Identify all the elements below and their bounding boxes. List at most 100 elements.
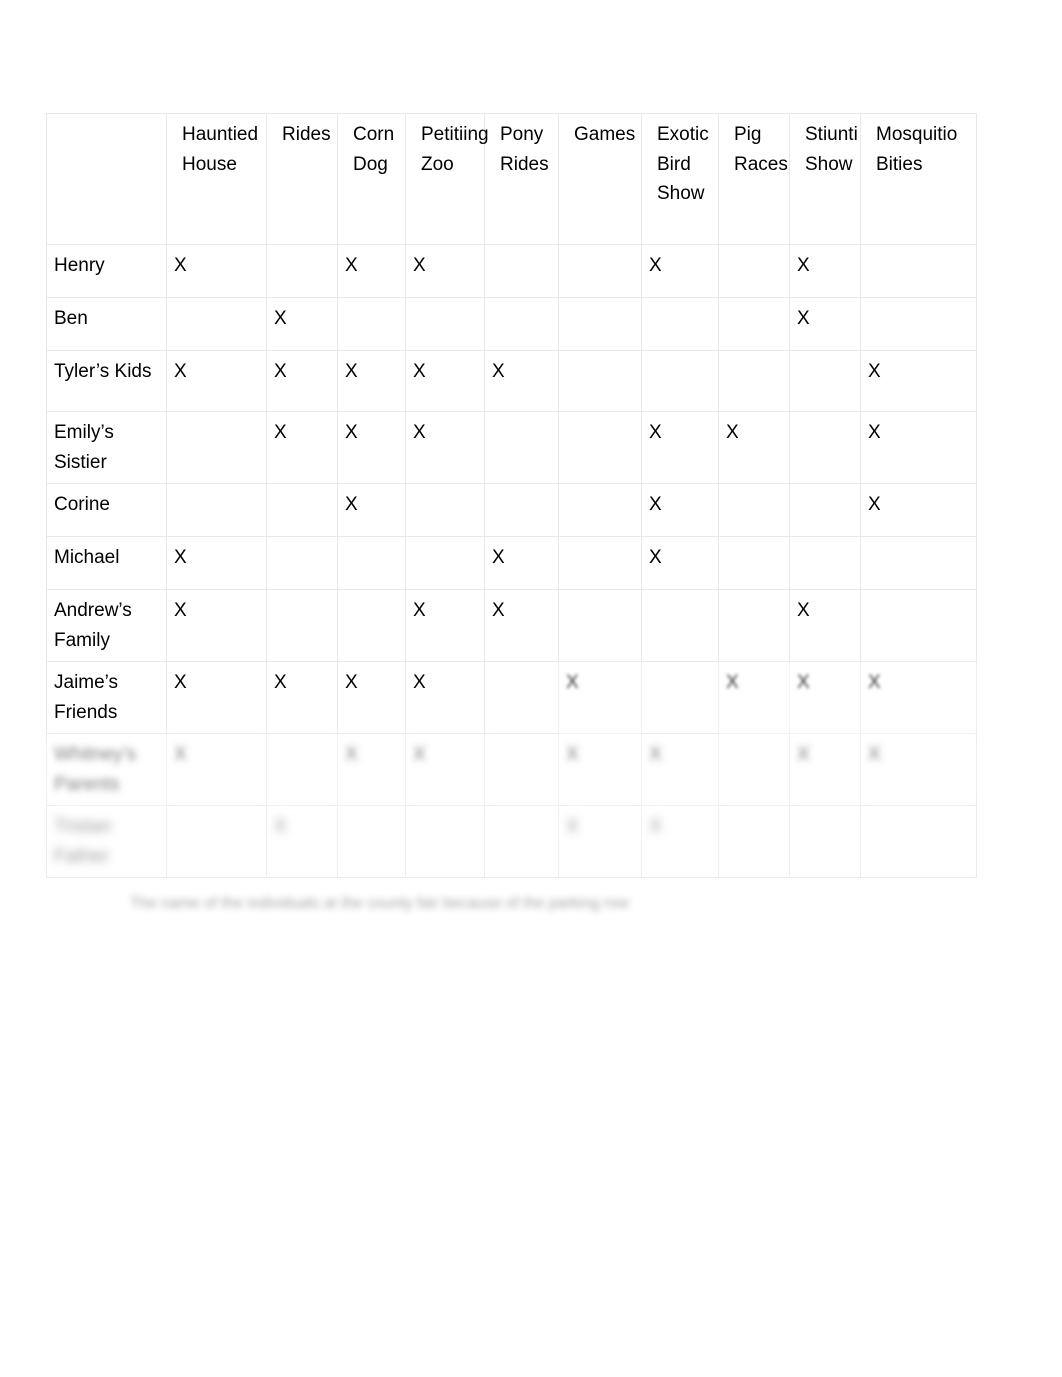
cell-henry-mosquito-bites [860, 244, 977, 298]
cell-tylers-kids-corn-dog: X [337, 350, 406, 412]
cell-andrews-family-haunted-house: X [166, 589, 267, 662]
cell-ben-rides: X [266, 297, 338, 351]
cell-obscured-1-rides [266, 733, 338, 806]
cell-jaimes-friends-pig-races: X [718, 661, 790, 734]
cell-corine-pony-rides [484, 483, 559, 537]
cell-corine-stunt-show [789, 483, 861, 537]
cell-ben-pig-races [718, 297, 790, 351]
cell-michael-games [558, 536, 642, 590]
cell-andrews-family-pony-rides: X [484, 589, 559, 662]
cell-tylers-kids-games [558, 350, 642, 412]
document-page: Hauntied House Rides Corn Dog Petitiing … [0, 0, 1062, 1377]
attendance-matrix-table: Hauntied House Rides Corn Dog Petitiing … [46, 113, 977, 878]
row-label-tylers-kids: Tyler’s Kids [46, 350, 167, 412]
cell-henry-exotic-bird-show: X [641, 244, 719, 298]
cell-emilys-sister-corn-dog: X [337, 411, 406, 484]
cell-obscured-2-petting-zoo [405, 805, 485, 878]
cell-andrews-family-exotic-bird-show [641, 589, 719, 662]
cell-ben-mosquito-bites [860, 297, 977, 351]
cell-emilys-sister-pony-rides [484, 411, 559, 484]
cell-corine-petting-zoo [405, 483, 485, 537]
row-label-michael: Michael [46, 536, 167, 590]
cell-jaimes-friends-haunted-house: X [166, 661, 267, 734]
header-exotic-bird-show: Exotic Bird Show [641, 113, 719, 245]
cell-jaimes-friends-games: X [558, 661, 642, 734]
cell-tylers-kids-haunted-house: X [166, 350, 267, 412]
cell-emilys-sister-pig-races: X [718, 411, 790, 484]
cell-tylers-kids-petting-zoo: X [405, 350, 485, 412]
table-row: Tristan Father X X X [46, 805, 977, 878]
cell-jaimes-friends-mosquito-bites: X [860, 661, 977, 734]
cell-andrews-family-pig-races [718, 589, 790, 662]
row-label-obscured-1: Whitney’s Parents [46, 733, 167, 806]
cell-obscured-1-corn-dog: X [337, 733, 406, 806]
header-games: Games [558, 113, 642, 245]
cell-michael-stunt-show [789, 536, 861, 590]
cell-henry-pig-races [718, 244, 790, 298]
table-header-row-group: Hauntied House Rides Corn Dog Petitiing … [46, 113, 977, 245]
row-label-corine: Corine [46, 483, 167, 537]
table-row: Andrew’s Family X X X X [46, 589, 977, 662]
cell-michael-rides [266, 536, 338, 590]
cell-jaimes-friends-exotic-bird-show [641, 661, 719, 734]
cell-obscured-2-stunt-show [789, 805, 861, 878]
header-corner-cell [46, 113, 167, 245]
cell-obscured-1-petting-zoo: X [405, 733, 485, 806]
table-row: Whitney’s Parents X X X X X X X [46, 733, 977, 806]
cell-emilys-sister-mosquito-bites: X [860, 411, 977, 484]
cell-henry-games [558, 244, 642, 298]
cell-obscured-2-pig-races [718, 805, 790, 878]
header-rides: Rides [266, 113, 338, 245]
cell-obscured-2-haunted-house [166, 805, 267, 878]
cell-obscured-2-pony-rides [484, 805, 559, 878]
cell-tylers-kids-pig-races [718, 350, 790, 412]
table-header-row: Hauntied House Rides Corn Dog Petitiing … [46, 113, 977, 245]
table-body: Henry X X X X X Ben X X Tyler’s Kids X X… [46, 244, 977, 878]
cell-ben-pony-rides [484, 297, 559, 351]
cell-corine-haunted-house [166, 483, 267, 537]
cell-corine-rides [266, 483, 338, 537]
cell-obscured-2-mosquito-bites [860, 805, 977, 878]
cell-andrews-family-stunt-show: X [789, 589, 861, 662]
cell-emilys-sister-haunted-house [166, 411, 267, 484]
header-stunt-show: Stiunti Show [789, 113, 861, 245]
cell-obscured-1-stunt-show: X [789, 733, 861, 806]
cell-obscured-1-pig-races [718, 733, 790, 806]
header-haunted-house: Hauntied House [166, 113, 267, 245]
cell-tylers-kids-rides: X [266, 350, 338, 412]
header-mosquito-bites: Mosquitio Bities [860, 113, 977, 245]
cell-michael-pony-rides: X [484, 536, 559, 590]
cell-henry-petting-zoo: X [405, 244, 485, 298]
cell-tylers-kids-stunt-show [789, 350, 861, 412]
table-row: Jaime’s Friends X X X X X X X X [46, 661, 977, 734]
table-row: Ben X X [46, 297, 977, 351]
cell-emilys-sister-games [558, 411, 642, 484]
cell-andrews-family-corn-dog [337, 589, 406, 662]
cell-emilys-sister-stunt-show [789, 411, 861, 484]
cell-michael-petting-zoo [405, 536, 485, 590]
cell-tylers-kids-mosquito-bites: X [860, 350, 977, 412]
cell-obscured-1-haunted-house: X [166, 733, 267, 806]
cell-obscured-2-rides: X [266, 805, 338, 878]
cell-jaimes-friends-rides: X [266, 661, 338, 734]
cell-jaimes-friends-petting-zoo: X [405, 661, 485, 734]
cell-michael-corn-dog [337, 536, 406, 590]
cell-michael-exotic-bird-show: X [641, 536, 719, 590]
cell-obscured-2-exotic-bird-show: X [641, 805, 719, 878]
cell-jaimes-friends-corn-dog: X [337, 661, 406, 734]
table-row: Corine X X X [46, 483, 977, 537]
cell-obscured-1-mosquito-bites: X [860, 733, 977, 806]
cell-jaimes-friends-pony-rides [484, 661, 559, 734]
cell-tylers-kids-pony-rides: X [484, 350, 559, 412]
cell-andrews-family-petting-zoo: X [405, 589, 485, 662]
cell-jaimes-friends-stunt-show: X [789, 661, 861, 734]
cell-andrews-family-mosquito-bites [860, 589, 977, 662]
cell-henry-haunted-house: X [166, 244, 267, 298]
cell-corine-exotic-bird-show: X [641, 483, 719, 537]
cell-obscured-2-games: X [558, 805, 642, 878]
cell-henry-pony-rides [484, 244, 559, 298]
cell-emilys-sister-rides: X [266, 411, 338, 484]
cell-tylers-kids-exotic-bird-show [641, 350, 719, 412]
row-label-andrews-family: Andrew’s Family [46, 589, 167, 662]
cell-ben-petting-zoo [405, 297, 485, 351]
